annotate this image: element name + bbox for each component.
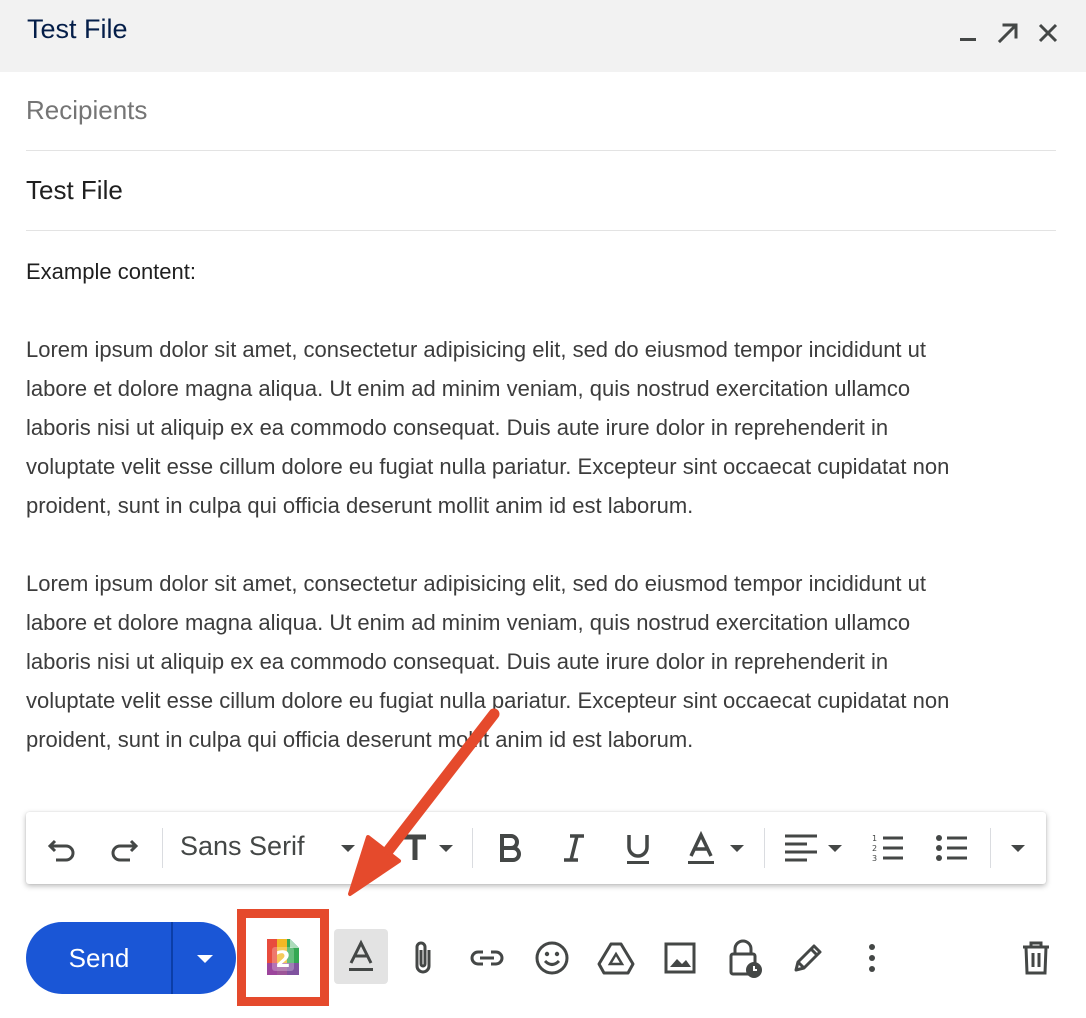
body-line: voluptate velit esse cillum dolore eu fu… [26, 454, 950, 479]
bulleted-list-icon[interactable] [934, 830, 970, 866]
more-formatting-icon[interactable] [1006, 830, 1030, 866]
close-icon[interactable] [1033, 18, 1063, 48]
body-line: Lorem ipsum dolor sit amet, consectetur … [26, 337, 927, 362]
svg-text:1: 1 [872, 834, 877, 843]
attach-icon[interactable] [401, 936, 445, 980]
italic-icon[interactable] [556, 830, 592, 866]
numbered-list-icon[interactable]: 123 [870, 830, 906, 866]
compose-title: Test File [27, 14, 128, 44]
body-line: proident, sunt in culpa qui officia dese… [26, 493, 694, 518]
recipients-placeholder: Recipients [26, 95, 148, 125]
compose-header: Test File [0, 0, 1086, 72]
send-divider [171, 922, 173, 994]
body-line: labore et dolore magna aliqua. Ut enim a… [26, 376, 911, 401]
body-heading: Example content: [26, 259, 196, 284]
underline-icon[interactable] [620, 830, 656, 866]
body-line: Lorem ipsum dolor sit amet, consectetur … [26, 571, 927, 596]
confidential-icon[interactable] [722, 936, 766, 980]
body-line: laboris nisi ut aliquip ex ea commodo co… [26, 649, 889, 674]
body-line: laboris nisi ut aliquip ex ea commodo co… [26, 415, 889, 440]
discard-icon[interactable] [1014, 936, 1058, 980]
svg-text:3: 3 [872, 854, 877, 863]
toolbar-separator [764, 828, 765, 868]
font-dropdown-icon[interactable] [336, 830, 360, 866]
align-icon[interactable] [782, 830, 850, 866]
drive-icon[interactable] [594, 936, 638, 980]
toolbar-separator [162, 828, 163, 868]
photo-icon[interactable] [658, 936, 702, 980]
recipients-field[interactable]: Recipients [26, 72, 1056, 151]
subject-text: Test File [26, 175, 123, 205]
emoji-icon[interactable] [530, 936, 574, 980]
send-label: Send [68, 942, 130, 973]
subject-field[interactable]: Test File [26, 152, 1056, 231]
link-icon[interactable] [465, 936, 509, 980]
formatting-toolbar: Sans Serif 123 [26, 812, 1046, 884]
minimize-icon[interactable] [953, 18, 983, 48]
font-family-select[interactable]: Sans Serif [180, 831, 305, 862]
signature-icon[interactable] [786, 936, 830, 980]
highlight-box [237, 909, 329, 1006]
body-line: labore et dolore magna aliqua. Ut enim a… [26, 610, 911, 635]
toolbar-separator [990, 828, 991, 868]
svg-text:2: 2 [872, 844, 877, 853]
undo-icon[interactable] [44, 830, 80, 866]
message-body[interactable]: Example content: Lorem ipsum dolor sit a… [26, 252, 1066, 759]
send-button[interactable]: Send [26, 922, 236, 994]
toolbar-separator [472, 828, 473, 868]
bold-icon[interactable] [492, 830, 528, 866]
more-options-icon[interactable] [850, 936, 894, 980]
body-line: voluptate velit esse cillum dolore eu fu… [26, 688, 950, 713]
redo-icon[interactable] [106, 830, 142, 866]
formatting-options-icon[interactable] [334, 929, 388, 984]
send-options-icon[interactable] [174, 922, 236, 994]
pop-out-icon[interactable] [993, 18, 1023, 48]
body-line: proident, sunt in culpa qui officia dese… [26, 727, 694, 752]
text-color-icon[interactable] [684, 830, 748, 866]
text-size-icon[interactable] [400, 830, 460, 866]
